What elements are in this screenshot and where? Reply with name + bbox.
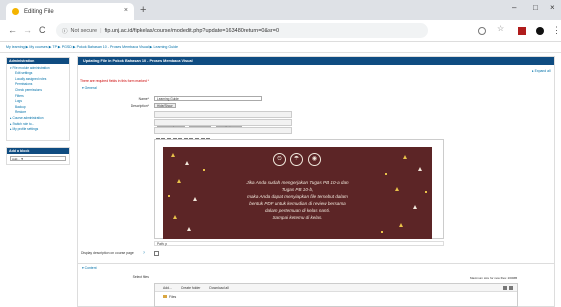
banner-line-1: Jika Anda sudah mengerjakan Tugas PB 10-… (246, 180, 349, 185)
help-icon[interactable]: ? (143, 251, 145, 255)
minimize-icon[interactable]: – (512, 3, 516, 12)
fp-add-button[interactable]: Add... (163, 286, 172, 290)
decor-triangle (418, 167, 422, 171)
admin-item-edit-settings[interactable]: Edit settings (15, 71, 69, 75)
learning-guide-banner-image: ⏲ ☂ ◉ Jika Anda sudah mengerjakan Tugas … (163, 147, 432, 239)
breadcrumb[interactable]: My learning ▶ My courses ▶ TP ▶ PGSD ▶ P… (6, 45, 178, 49)
administration-block-title: Administration (7, 58, 69, 64)
name-label: Name* (138, 97, 149, 101)
hide-show-button[interactable]: Hide/Show (154, 103, 176, 108)
decor-dot (381, 231, 383, 233)
add-block-select[interactable]: Add... ▼ (10, 156, 66, 161)
display-description-checkbox[interactable] (154, 251, 159, 256)
decor-triangle (395, 187, 399, 191)
editor-toolbar-row2 (154, 119, 292, 133)
description-label: Description* (130, 104, 149, 108)
general-section-toggle[interactable]: ▾ General (82, 86, 97, 90)
admin-item-locally-assigned-roles[interactable]: Locally assigned roles (15, 77, 69, 81)
admin-item-file-module[interactable]: ▾ File module administration (10, 66, 69, 70)
divider (0, 52, 561, 53)
window-close-icon[interactable]: × (550, 3, 555, 12)
file-manager: Add... Create folder Download all Files (154, 283, 518, 307)
star-icon[interactable]: ☆ (497, 24, 505, 33)
admin-item-logs[interactable]: Logs (15, 99, 69, 103)
reload-icon[interactable]: C (39, 25, 46, 35)
not-secure-label: Not secure (70, 27, 98, 34)
forward-icon[interactable]: → (23, 25, 32, 35)
admin-item-backup[interactable]: Backup (15, 105, 69, 109)
decor-triangle (171, 153, 175, 157)
admin-item-restore[interactable]: Restore (15, 110, 69, 114)
admin-item-switch-role[interactable]: ▸ Switch role to... (10, 122, 69, 126)
expand-all-link[interactable]: ▸ Expand all (532, 69, 550, 73)
decor-triangle (177, 179, 181, 183)
add-block-panel: Add a block Add... ▼ (6, 147, 70, 165)
required-note: There are required fields in this form m… (80, 79, 149, 83)
admin-item-course-administration[interactable]: ▸ Course administration (10, 116, 69, 120)
max-size-note: Maximum size for new files: 200MB (470, 276, 518, 280)
editor-toolbar-row3 (154, 127, 292, 141)
add-block-title: Add a block (7, 148, 69, 154)
new-tab-icon[interactable]: + (140, 4, 146, 16)
browser-tab-strip: Editing File × + – □ × (0, 0, 561, 20)
folder-icon (163, 295, 167, 298)
eye-icon: ◉ (308, 153, 321, 166)
decor-triangle (185, 161, 189, 165)
decor-triangle (187, 227, 191, 231)
back-icon[interactable]: ← (8, 25, 17, 35)
decor-dot (385, 173, 387, 175)
administration-block: Administration ▾ File module administrat… (6, 57, 70, 141)
decor-triangle (193, 197, 197, 201)
file-manager-toolbar: Add... Create folder Download all (155, 284, 517, 292)
list-view-icon[interactable] (509, 286, 513, 290)
banner-line-4: bentuk PDF untuk kemudian di review bers… (249, 201, 346, 206)
admin-item-profile-settings[interactable]: ▸ My profile settings (10, 127, 69, 131)
maximize-icon[interactable]: □ (533, 3, 538, 12)
decor-dot (203, 169, 205, 171)
decor-triangle (413, 205, 417, 209)
decor-dot (425, 191, 427, 193)
fp-files-folder[interactable]: Files (155, 292, 517, 299)
fp-files-label: Files (169, 295, 177, 299)
profile-icon[interactable] (536, 27, 544, 35)
display-description-label: Display description on course page (81, 251, 134, 255)
url-bar[interactable]: ⓘ Not secure | fip.unj.ac.id/fipkelas/co… (56, 23, 428, 38)
browser-menu-icon[interactable]: ⋮ (552, 25, 561, 36)
banner-line-5: dalam pertemuan di kelas nanti. (264, 208, 331, 213)
moodle-favicon-icon (12, 8, 19, 15)
decor-triangle (403, 155, 407, 159)
info-icon[interactable]: ⓘ (62, 27, 68, 35)
editor-toolbar-row1: Font family Font size Paragraph (154, 111, 292, 127)
banner-line-3: maka Anda dapat menyiapkan file tersebut… (247, 194, 348, 199)
clock-icon: ⏲ (273, 153, 286, 166)
admin-item-filters[interactable]: Filters (15, 94, 69, 98)
extension-icon[interactable] (518, 27, 526, 35)
editor-path-bar: Path: p (154, 241, 444, 246)
banner-line-2: Tugas PB 10-b, (281, 187, 314, 192)
address-bar-row: ← → C ⓘ Not secure | fip.unj.ac.id/fipke… (0, 20, 561, 42)
section-divider (78, 263, 554, 264)
tab-close-icon[interactable]: × (124, 7, 128, 14)
decor-dot (168, 195, 170, 197)
url-text: fip.unj.ac.id/fipkelas/course/modedit.ph… (104, 27, 280, 34)
decor-triangle (173, 215, 177, 219)
umbrella-icon: ☂ (290, 153, 303, 166)
fp-create-folder-button[interactable]: Create folder (181, 286, 201, 290)
decor-triangle (399, 223, 403, 227)
fp-download-all-button[interactable]: Download all (209, 286, 228, 290)
admin-item-permissions[interactable]: Permissions (15, 82, 69, 86)
tab-title: Editing File (24, 8, 54, 15)
banner-line-6: Sampai ketemu di kelas. (272, 215, 323, 220)
select-files-label: Select files (132, 275, 149, 279)
browser-tab[interactable]: Editing File × (6, 3, 134, 20)
page-title: Updating File in Pokok Bahasan 10 - Pros… (78, 57, 554, 65)
zoom-icon[interactable] (478, 27, 486, 35)
content-section-toggle[interactable]: ▾ Content (82, 266, 97, 270)
url-separator: | (100, 27, 102, 34)
grid-view-icon[interactable] (503, 286, 507, 290)
name-input[interactable]: Learning Guide (154, 96, 262, 101)
admin-item-check-permissions[interactable]: Check permissions (15, 88, 69, 92)
